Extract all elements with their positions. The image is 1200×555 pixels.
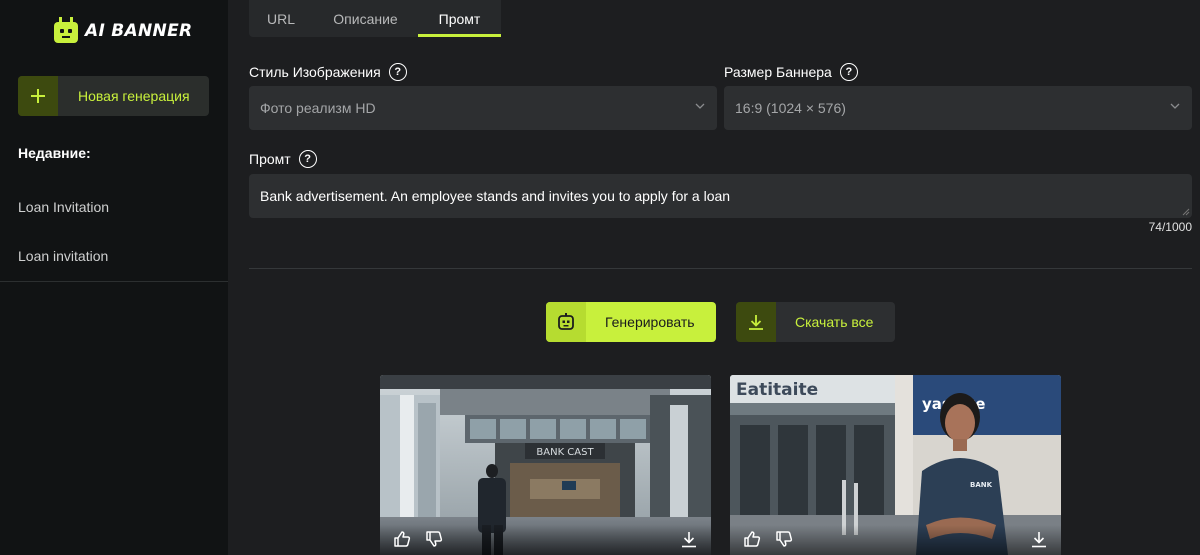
prompt-text: Bank advertisement. An employee stands a… — [260, 188, 731, 204]
chevron-down-icon — [1170, 103, 1180, 109]
thumbs-up-icon[interactable] — [393, 530, 411, 548]
download-all-button[interactable]: Скачать все — [736, 302, 895, 342]
tab-prompt[interactable]: Промт — [418, 0, 501, 37]
tab-bar: URL Описание Промт — [249, 0, 501, 37]
generate-button[interactable]: Генерировать — [546, 302, 716, 342]
resize-grip-icon[interactable] — [1182, 208, 1190, 216]
recent-item[interactable]: Loan invitation — [18, 248, 108, 264]
image-style-value: Фото реализм HD — [260, 100, 376, 116]
image-style-label-text: Стиль Изображения — [249, 64, 381, 80]
section-divider — [249, 268, 1192, 269]
robot-logo-icon — [54, 17, 78, 43]
help-icon[interactable]: ? — [839, 63, 858, 81]
recent-item[interactable]: Loan Invitation — [18, 199, 109, 215]
download-icon — [736, 302, 776, 342]
download-icon[interactable] — [1031, 531, 1047, 548]
logo-text: AI BANNER — [85, 21, 193, 41]
prompt-char-counter: 74/1000 — [1148, 220, 1192, 234]
banner-size-select[interactable]: 16:9 (1024 × 576) — [724, 86, 1192, 130]
prompt-label-text: Промт — [249, 151, 291, 167]
prompt-label: Промт ? — [249, 150, 317, 168]
tab-url[interactable]: URL — [249, 0, 313, 37]
sidebar: AI BANNER Новая генерация Недавние: Loan… — [0, 0, 228, 555]
svg-text:Eatitaite: Eatitaite — [736, 380, 818, 400]
help-icon[interactable]: ? — [388, 63, 407, 81]
new-generation-label: Новая генерация — [78, 88, 190, 104]
thumbs-down-icon[interactable] — [425, 530, 443, 548]
result-image-card[interactable]: BANK CAST — [380, 375, 711, 555]
new-generation-button[interactable]: Новая генерация — [18, 76, 209, 116]
generate-label: Генерировать — [605, 314, 695, 330]
thumbs-up-icon[interactable] — [743, 530, 761, 548]
image-style-select[interactable]: Фото реализм HD — [249, 86, 717, 130]
banner-size-value: 16:9 (1024 × 576) — [735, 100, 846, 116]
image-style-label: Стиль Изображения ? — [249, 63, 407, 81]
svg-text:BANK CAST: BANK CAST — [536, 447, 594, 458]
sidebar-divider — [0, 281, 228, 282]
svg-text:BANK: BANK — [970, 481, 993, 489]
recent-title: Недавние: — [18, 145, 91, 161]
banner-size-label-text: Размер Баннера — [724, 64, 832, 80]
logo[interactable]: AI BANNER — [53, 17, 192, 45]
help-icon[interactable]: ? — [298, 150, 317, 168]
download-all-label: Скачать все — [795, 314, 874, 330]
plus-icon — [18, 76, 58, 116]
thumbs-down-icon[interactable] — [775, 530, 793, 548]
chevron-down-icon — [695, 103, 705, 109]
tab-description[interactable]: Описание — [313, 0, 418, 37]
prompt-textarea[interactable]: Bank advertisement. An employee stands a… — [249, 174, 1192, 218]
result-image-card[interactable]: Eatitaite yasatte BANK — [730, 375, 1061, 555]
banner-size-label: Размер Баннера ? — [724, 63, 858, 81]
download-icon[interactable] — [681, 531, 697, 548]
robot-icon — [546, 302, 586, 342]
